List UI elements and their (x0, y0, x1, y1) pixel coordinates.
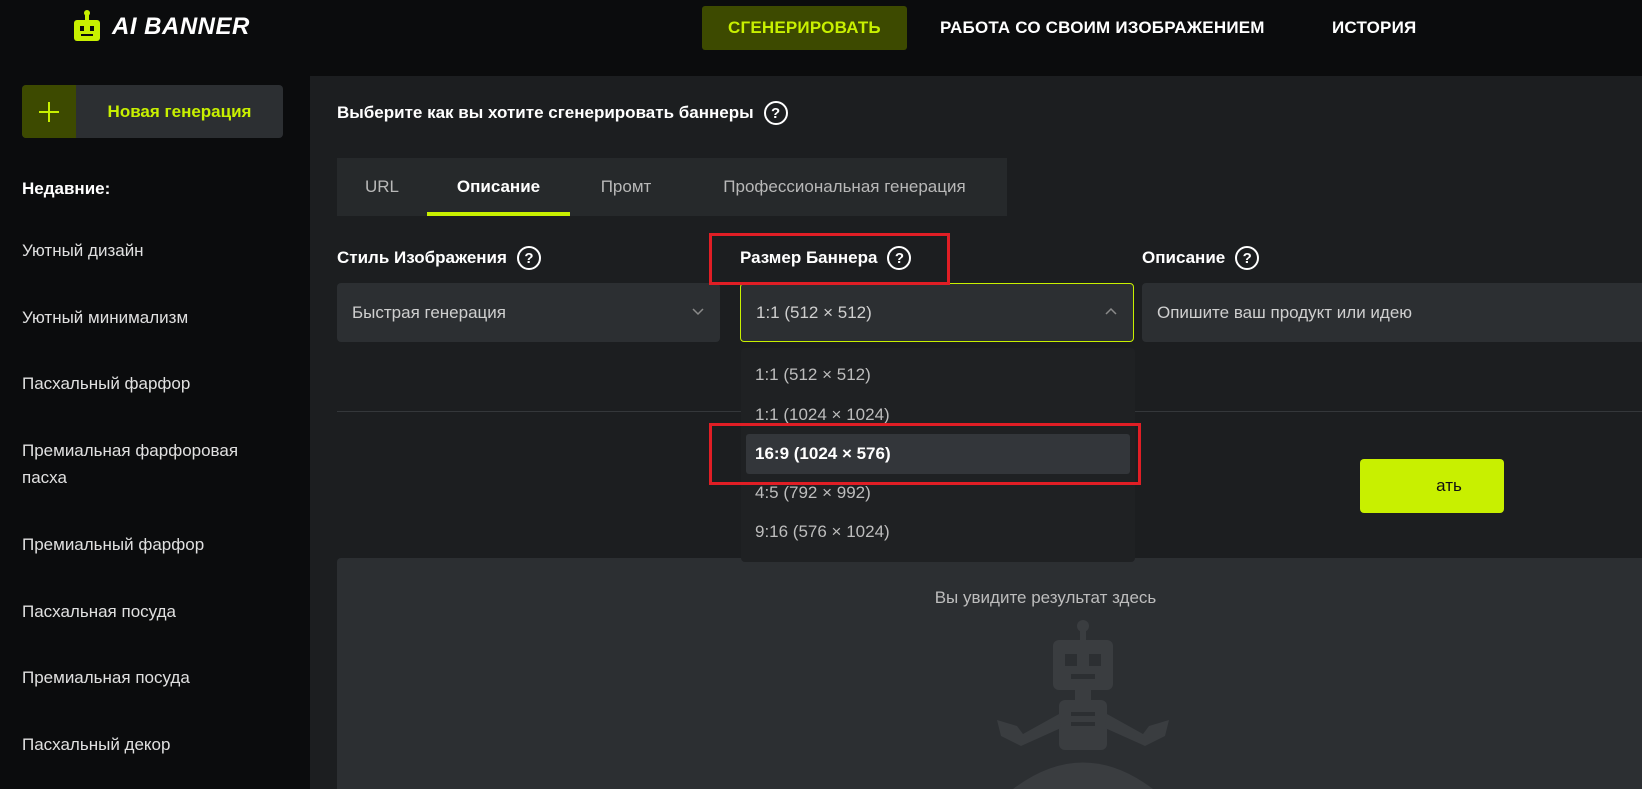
tab-prompt[interactable]: Промт (570, 158, 682, 216)
generate-button[interactable]: ать (1360, 459, 1504, 513)
description-placeholder: Опишите ваш продукт или идею (1157, 302, 1413, 322)
style-select-value: Быстрая генерация (352, 302, 506, 322)
result-area: Вы увидите результат здесь (337, 558, 1642, 789)
description-label: Описание ? (1142, 246, 1260, 270)
robot-logo-icon (70, 10, 104, 44)
sidebar-item[interactable]: Премиальный фарфор (22, 531, 282, 558)
help-icon[interactable]: ? (1235, 246, 1260, 270)
new-generation-button[interactable]: Новая генерация (22, 85, 283, 138)
nav-generate[interactable]: СГЕНЕРИРОВАТЬ (702, 6, 907, 50)
help-icon[interactable]: ? (763, 101, 788, 125)
chevron-down-icon (692, 308, 704, 316)
size-select[interactable]: 1:1 (512 × 512) (740, 283, 1134, 342)
logo[interactable]: AI BANNER (70, 8, 250, 46)
tab-description[interactable]: Описание (427, 158, 570, 216)
sidebar: Новая генерация Недавние: Уютный дизайн … (0, 76, 310, 789)
robot-illustration-icon (997, 620, 1169, 789)
recent-title: Недавние: (22, 179, 111, 198)
style-label: Стиль Изображения ? (337, 246, 541, 270)
top-header: AI BANNER СГЕНЕРИРОВАТЬ РАБОТА СО СВОИМ … (0, 0, 1642, 76)
nav-own-image[interactable]: РАБОТА СО СВОИМ ИЗОБРАЖЕНИЕМ (940, 6, 1265, 50)
plus-icon (22, 85, 76, 138)
sidebar-item[interactable]: Премиальная посуда (22, 664, 282, 691)
sidebar-item[interactable]: Уютный дизайн (22, 237, 282, 264)
generation-tabs: URL Описание Промт Профессиональная гене… (337, 158, 1007, 216)
logo-text: AI BANNER (112, 13, 250, 40)
style-select[interactable]: Быстрая генерация (337, 283, 720, 342)
chevron-up-icon (1105, 307, 1117, 315)
help-icon[interactable]: ? (516, 246, 541, 270)
size-option[interactable]: 1:1 (512 × 512) (746, 355, 1130, 395)
sidebar-item[interactable]: Пасхальный декор (22, 731, 282, 758)
sidebar-item[interactable]: Пасхальная посуда (22, 598, 282, 625)
size-option[interactable]: 9:16 (576 × 1024) (746, 512, 1130, 552)
nav-history[interactable]: ИСТОРИЯ (1332, 6, 1416, 50)
annotation-box (709, 423, 1141, 485)
tab-professional[interactable]: Профессиональная генерация (682, 158, 1007, 216)
sidebar-item[interactable]: Пасхальный фарфор (22, 370, 282, 397)
description-label-text: Описание (1142, 248, 1226, 267)
sidebar-item[interactable]: Уютный минимализм (22, 304, 282, 331)
new-generation-label: Новая генерация (107, 101, 252, 121)
annotation-box (709, 233, 950, 285)
tab-url[interactable]: URL (337, 158, 427, 216)
result-placeholder: Вы увидите результат здесь (934, 588, 1157, 607)
style-label-text: Стиль Изображения (337, 248, 507, 267)
generate-button-label: ать (1436, 476, 1462, 495)
sidebar-item[interactable]: Премиальная фарфоровая пасха (22, 437, 282, 491)
size-select-value: 1:1 (512 × 512) (756, 302, 872, 322)
generation-question: Выберите как вы хотите сгенерировать бан… (337, 101, 788, 125)
description-input[interactable]: Опишите ваш продукт или идею (1142, 283, 1642, 342)
question-text: Выберите как вы хотите сгенерировать бан… (337, 103, 754, 122)
